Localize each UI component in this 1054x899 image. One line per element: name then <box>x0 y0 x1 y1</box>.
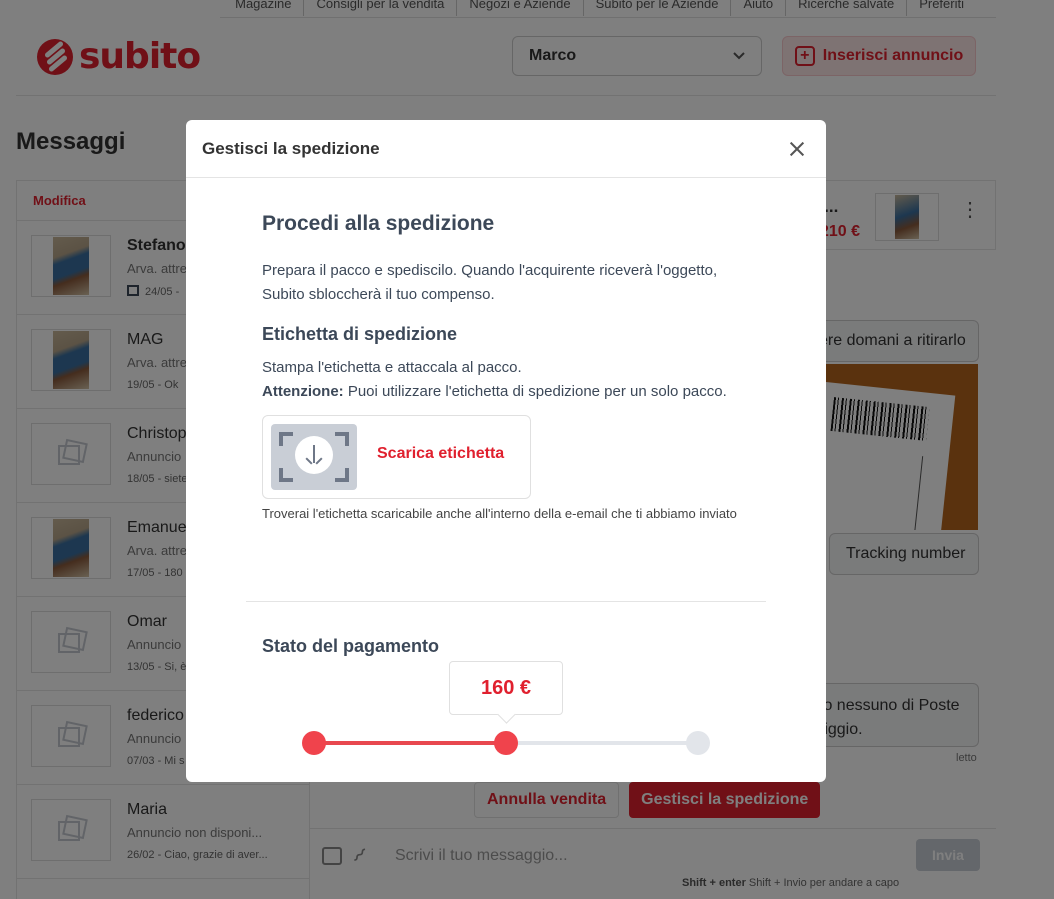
payment-amount-tooltip: 160 € <box>449 661 563 715</box>
label-heading: Etichetta di spedizione <box>262 324 458 344</box>
modal-header: Gestisci la spedizione <box>186 120 826 178</box>
email-note: Troverai l'etichetta scaricabile anche a… <box>262 506 737 521</box>
payment-progress-todo <box>506 741 698 745</box>
download-label-text: Scarica etichetta <box>377 445 505 462</box>
modal-body: Procedi alla spedizione Prepara il pacco… <box>186 178 826 782</box>
modal-title: Gestisci la spedizione <box>202 138 380 158</box>
label-instructions: Stampa l'etichetta e attaccala al pacco.… <box>262 359 727 400</box>
payment-heading: Stato del pagamento <box>262 636 440 656</box>
download-icon <box>271 424 357 490</box>
close-icon[interactable] <box>786 138 808 160</box>
section-divider <box>246 601 766 602</box>
shipping-intro: Prepara il pacco e spediscilo. Quando l'… <box>262 262 718 303</box>
payment-step-1 <box>302 731 326 755</box>
payment-step-2 <box>494 731 518 755</box>
download-label-button[interactable]: Scarica etichetta <box>262 415 531 499</box>
payment-progress-done <box>314 741 506 745</box>
shipping-modal: Gestisci la spedizione Procedi alla sped… <box>186 120 826 782</box>
payment-step-3 <box>686 731 710 755</box>
shipping-heading: Procedi alla spedizione <box>262 212 495 235</box>
